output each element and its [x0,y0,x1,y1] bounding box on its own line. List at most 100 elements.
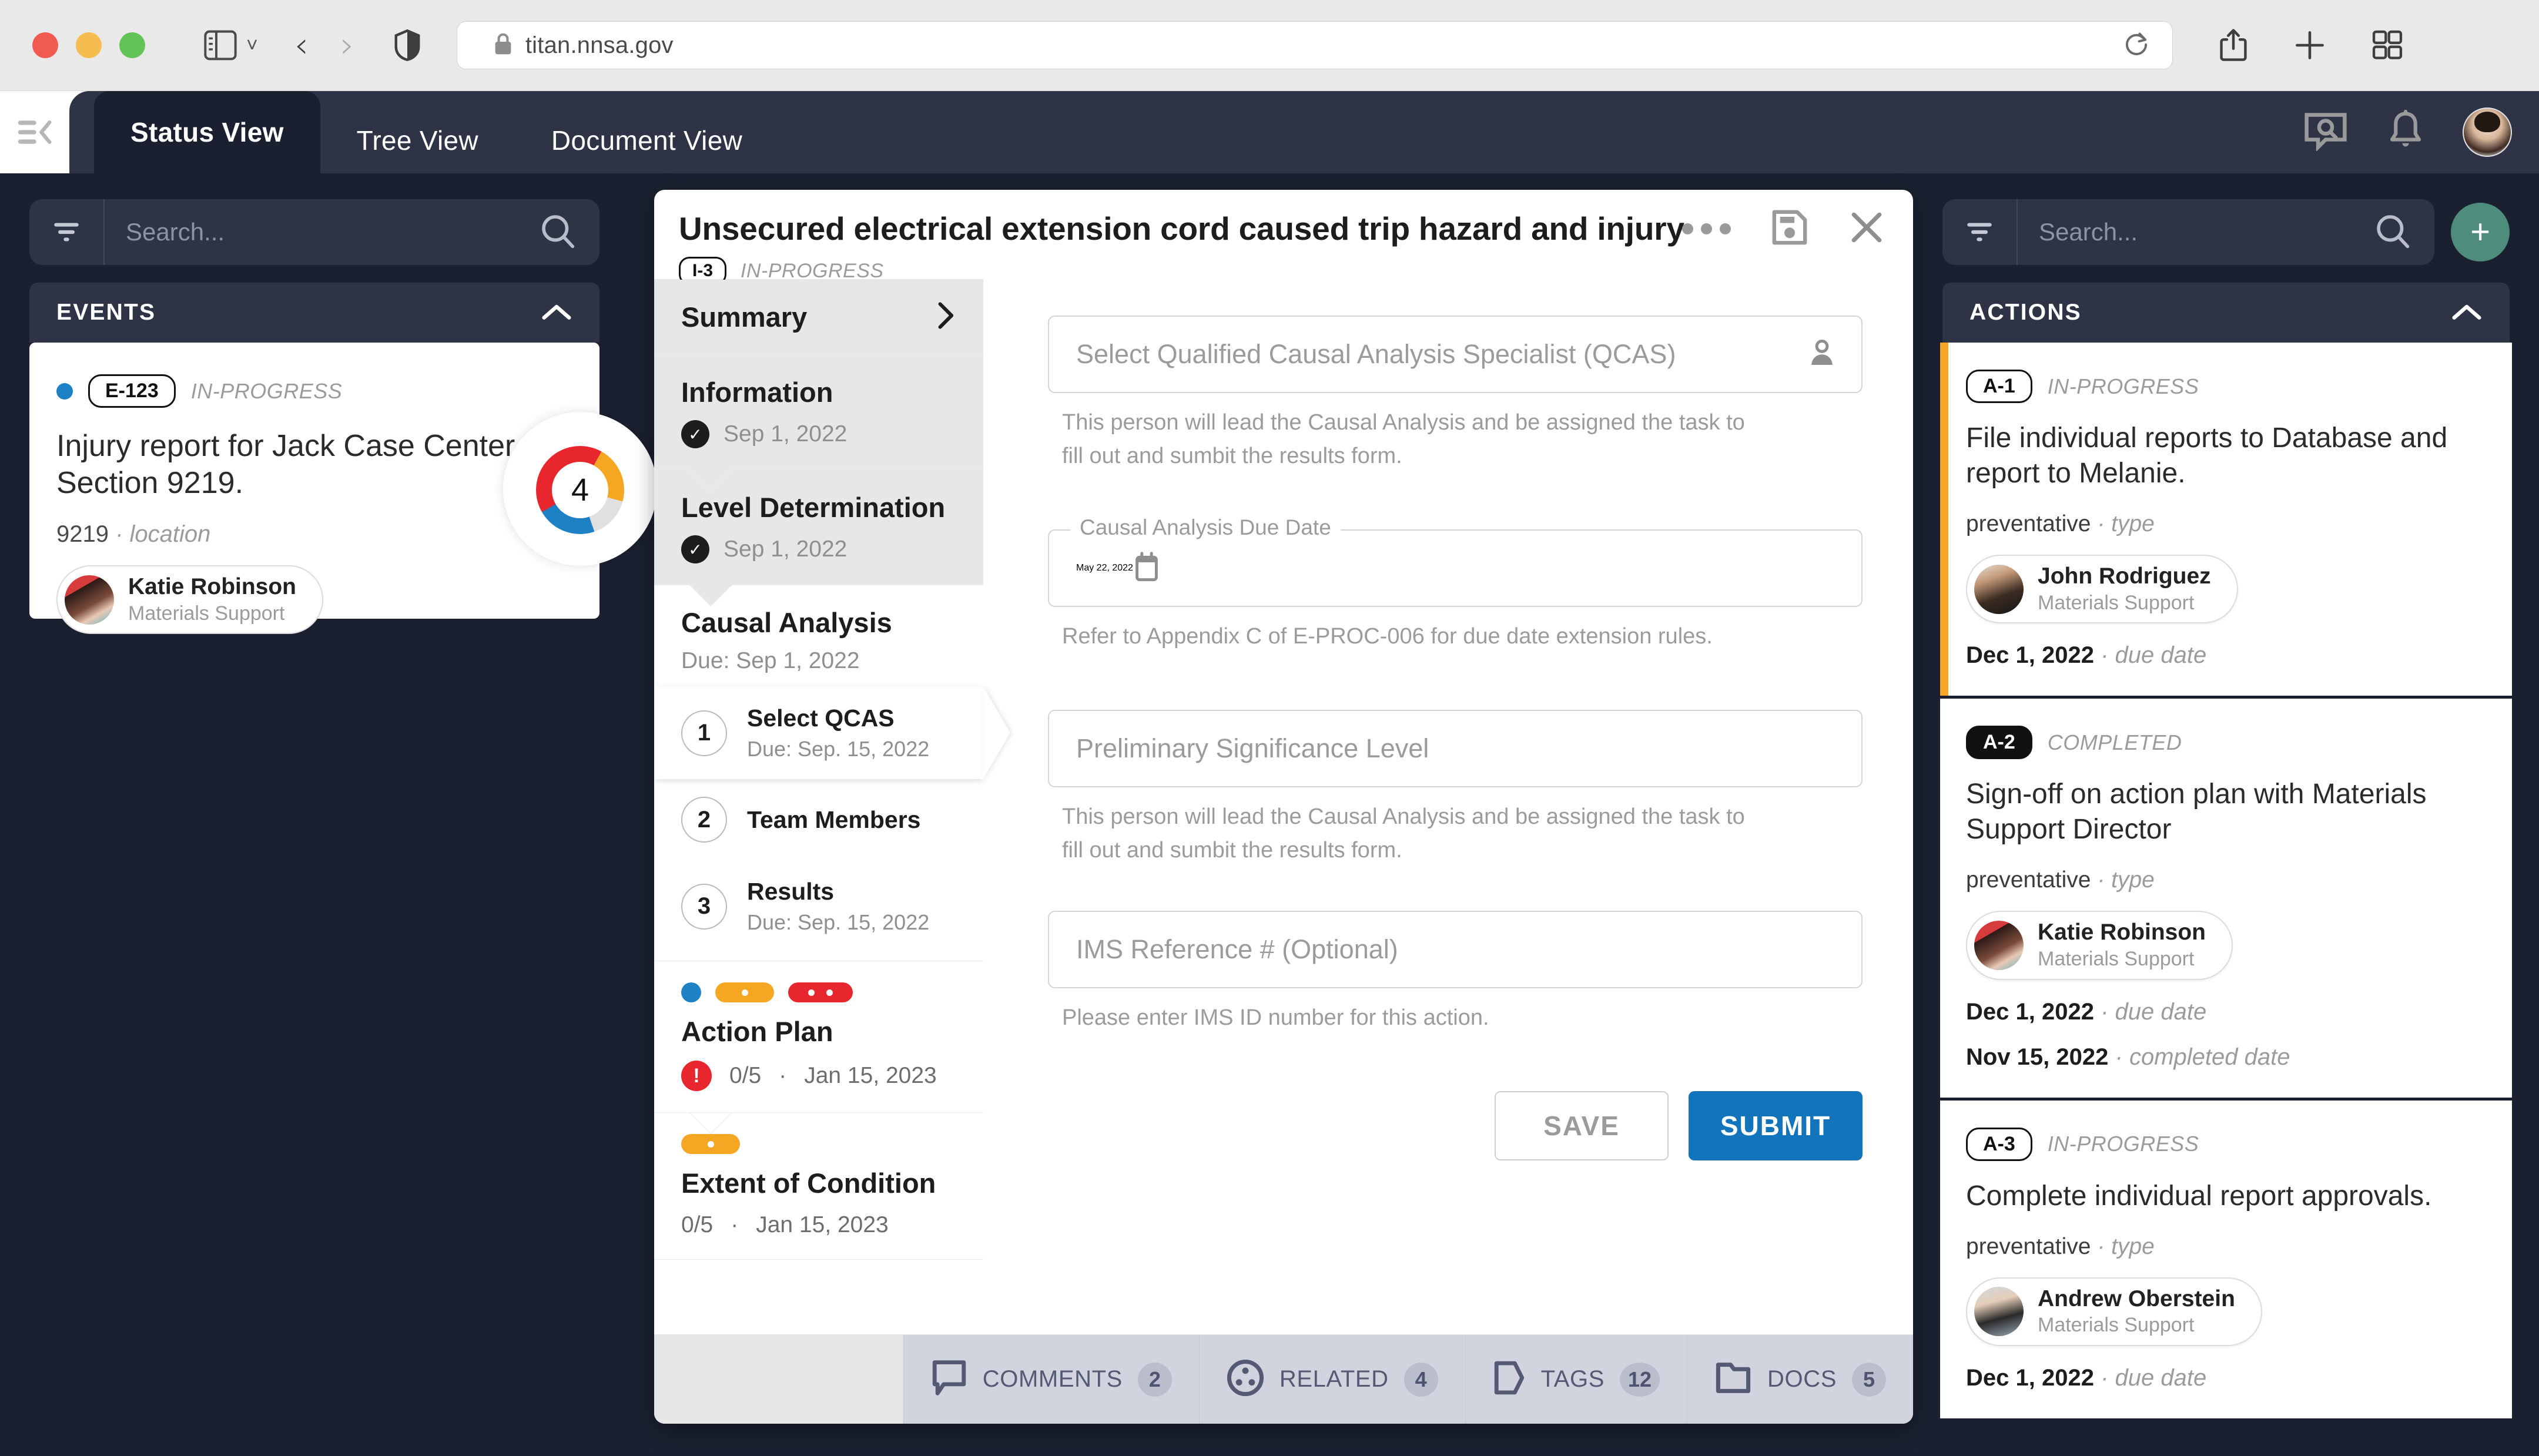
footer-tab-docs[interactable]: DOCS 5 [1687,1335,1913,1424]
action-type: preventative [1966,1233,2091,1259]
action-due-separator: · [2101,642,2115,669]
add-action-button[interactable]: + [2451,203,2510,261]
minimize-window-button[interactable] [76,32,102,58]
shield-icon[interactable] [394,29,420,62]
actions-section-header[interactable]: ACTIONS [1942,283,2510,343]
browser-toolbar-right [2219,28,2403,62]
address-bar[interactable]: titan.nnsa.gov [456,21,2173,69]
forward-arrow-icon[interactable]: › [340,28,354,63]
save-button[interactable]: SAVE [1495,1091,1669,1160]
filter-icon[interactable] [29,199,105,265]
action-assignee-role: Materials Support [2038,1314,2195,1337]
reload-icon[interactable] [2123,31,2150,61]
tab-document-view[interactable]: Document View [515,108,779,173]
search-icon[interactable] [2374,213,2411,252]
event-number-label: location [129,521,211,547]
step-extent-progress: 0/5 [681,1212,714,1237]
tab-status-view[interactable]: Status View [94,91,320,173]
step-extent-of-condition-label: Extent of Condition [681,1168,936,1199]
substep-team-members[interactable]: 2 Team Members [654,779,983,860]
ims-reference-field[interactable]: IMS Reference # (Optional) [1048,911,1863,988]
detail-body: Summary Information ✓ Sep 1, 2022 Level … [654,279,1913,1334]
footer-tab-related-label: RELATED [1279,1366,1389,1392]
step-action-plan[interactable]: Action Plan ! 0/5 · Jan 15, 2023 [654,961,983,1113]
browser-nav-arrows: ‹ › [294,28,354,63]
action-type-separator: · [2097,1233,2112,1259]
chevron-down-icon[interactable]: ˅ [246,35,258,55]
events-searchbox[interactable] [29,199,599,265]
footer-tabs: COMMENTS 2 RELATED 4 TAGS 12 DOCS 5 [903,1335,1913,1424]
action-assignee-chip[interactable]: Andrew Oberstein Materials Support [1966,1277,2262,1346]
maximize-window-button[interactable] [119,32,145,58]
close-icon[interactable] [1848,209,1885,249]
tag-icon [1493,1359,1526,1400]
more-options-icon[interactable] [1682,223,1731,234]
events-section-header[interactable]: EVENTS [29,283,599,343]
back-arrow-icon[interactable]: ‹ [294,28,309,63]
significance-level-field[interactable]: Preliminary Significance Level [1048,710,1863,787]
detail-header: Unsecured electrical extension cord caus… [654,190,1913,285]
action-card[interactable]: A-3 IN-PROGRESS Complete individual repo… [1940,1100,2512,1421]
substep-results[interactable]: 3 Results Due: Sep. 15, 2022 [654,860,983,961]
event-title: Injury report for Jack Case Center, Sect… [56,429,522,501]
footer-tab-docs-label: DOCS [1767,1366,1837,1392]
actions-searchbox[interactable] [1942,199,2434,265]
events-search-input[interactable] [105,218,540,246]
severity-pill-blue-icon [681,982,701,1002]
calendar-icon[interactable] [1133,551,1160,585]
submit-button[interactable]: SUBMIT [1689,1091,1863,1160]
footer-tab-tags-label: TAGS [1540,1366,1605,1392]
step-summary[interactable]: Summary [654,280,983,355]
tab-tree-view[interactable]: Tree View [320,108,515,173]
folder-icon [1714,1361,1752,1398]
step-information[interactable]: Information ✓ Sep 1, 2022 [654,355,983,470]
ims-helper-text: Please enter IMS ID number for this acti… [1062,1005,1489,1030]
chevron-up-icon[interactable] [2451,302,2483,324]
window-traffic-lights [32,32,145,58]
sidebar-icon[interactable] [204,30,237,61]
detail-footer: COMMENTS 2 RELATED 4 TAGS 12 DOCS 5 [654,1334,1913,1424]
footer-tab-related[interactable]: RELATED 4 [1198,1335,1465,1424]
save-icon[interactable] [1771,209,1808,249]
footer-tab-tags[interactable]: TAGS 12 [1465,1335,1687,1424]
share-icon[interactable] [2219,28,2248,62]
step-level-determination[interactable]: Level Determination ✓ Sep 1, 2022 [654,470,983,585]
events-search-row [0,173,629,265]
grid-icon[interactable] [2371,29,2403,61]
chevron-right-icon[interactable] [936,301,956,333]
action-title: File individual reports to Database and … [1966,422,2448,489]
action-assignee-chip[interactable]: John Rodriguez Materials Support [1966,555,2238,624]
event-assignee-chip[interactable]: Katie Robinson Materials Support [56,565,324,635]
step-extent-of-condition[interactable]: Extent of Condition 0/5 · Jan 15, 2023 [654,1113,983,1260]
person-icon[interactable] [1807,338,1837,371]
notification-bell-icon[interactable] [2387,109,2424,155]
avatar[interactable] [2463,108,2512,157]
search-document-icon[interactable] [2303,111,2349,154]
action-due-date: Dec 1, 2022 [1966,998,2094,1025]
action-assignee-chip[interactable]: Katie Robinson Materials Support [1966,911,2233,980]
action-type-label: type [2111,867,2155,893]
action-card[interactable]: A-2 COMPLETED Sign-off on action plan wi… [1940,699,2512,1101]
filter-icon[interactable] [1942,199,2018,265]
action-card[interactable]: A-1 IN-PROGRESS File individual reports … [1940,343,2512,699]
substep-select-qcas[interactable]: 1 Select QCAS Due: Sep. 15, 2022 [654,687,983,779]
close-window-button[interactable] [32,32,58,58]
action-completed-label: completed date [2129,1044,2290,1070]
event-card[interactable]: E-123 IN-PROGRESS Injury report for Jack… [29,343,657,635]
actions-search-input[interactable] [2018,218,2374,246]
footer-tab-comments[interactable]: COMMENTS 2 [903,1335,1199,1424]
action-due-date: Dec 1, 2022 [1966,642,2094,669]
avatar [1974,920,2024,970]
qcas-helper-text: This person will lead the Causal Analysi… [1062,410,1745,468]
chevron-up-icon[interactable] [541,302,572,324]
action-completed-separator: · [2115,1044,2129,1070]
search-icon[interactable] [540,213,576,252]
due-date-field[interactable]: Causal Analysis Due Date May 22, 2022 [1048,515,1863,607]
action-assignee-role: Materials Support [2038,948,2195,971]
action-status-badge: IN-PROGRESS [2047,374,2199,398]
action-badge-row: A-3 IN-PROGRESS [1966,1127,2486,1161]
plus-icon[interactable] [2294,29,2326,61]
step-causal-analysis[interactable]: Causal Analysis Due: Sep 1, 2022 [654,585,983,687]
qcas-select-field[interactable]: Select Qualified Causal Analysis Special… [1048,316,1863,393]
avatar [1974,1287,2024,1337]
